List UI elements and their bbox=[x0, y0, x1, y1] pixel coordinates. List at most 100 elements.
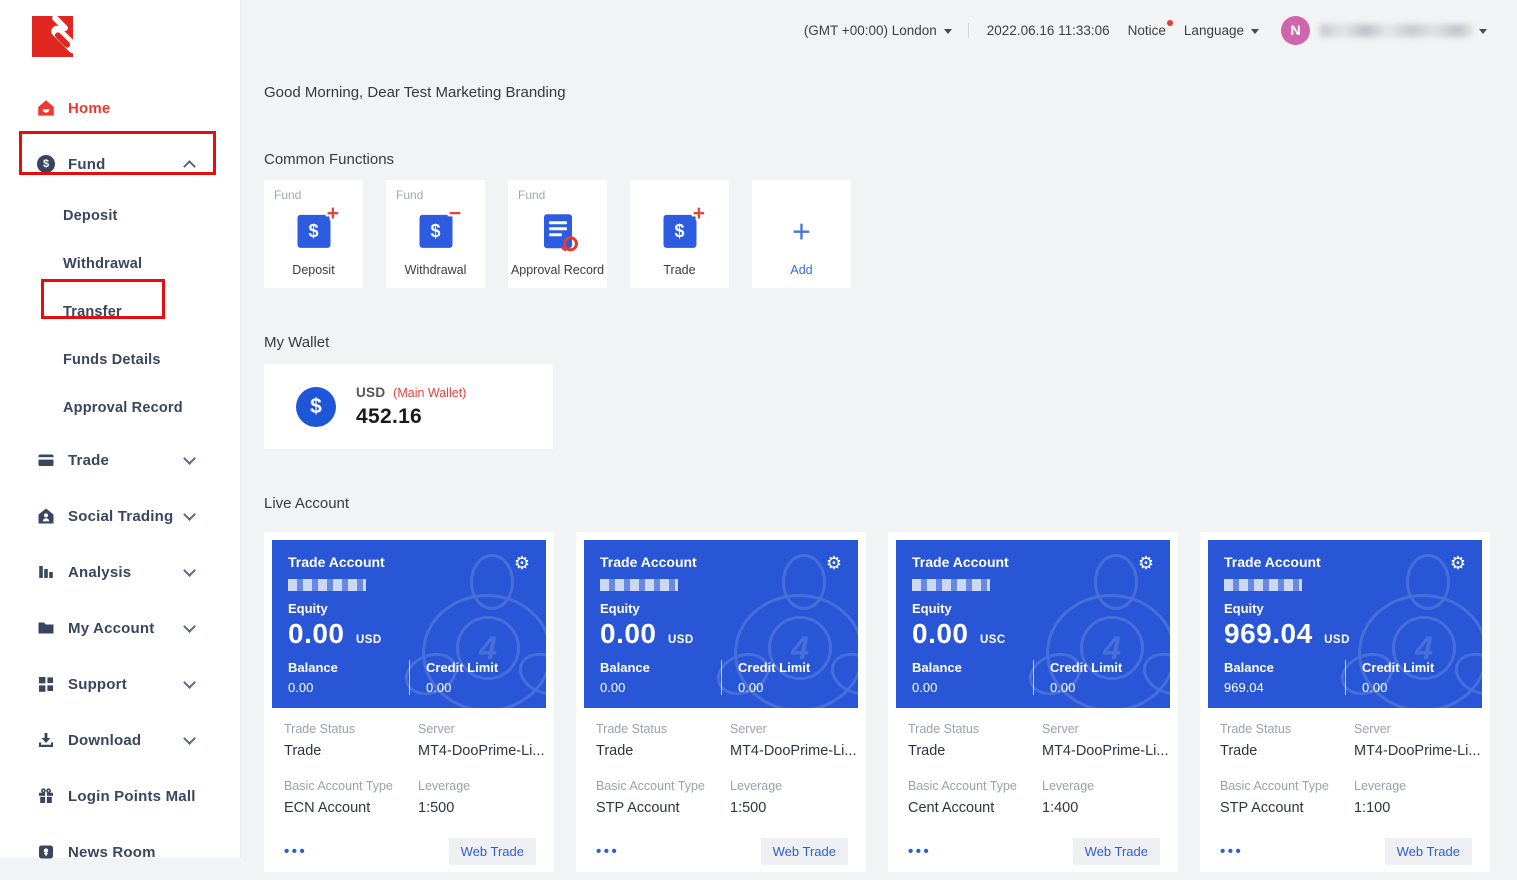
account-number-redacted bbox=[912, 579, 990, 591]
leverage-value: 1:400 bbox=[1042, 800, 1169, 816]
username-redacted bbox=[1320, 24, 1472, 37]
web-trade-button[interactable]: Web Trade bbox=[449, 838, 536, 865]
sidebar-item-support[interactable]: Support bbox=[0, 656, 240, 712]
cf-category: Fund bbox=[518, 188, 545, 202]
cf-card-trade[interactable]: $+ Trade bbox=[630, 180, 729, 288]
withdrawal-icon: $− bbox=[419, 215, 452, 248]
notice-button[interactable]: Notice bbox=[1128, 23, 1166, 38]
sidebar-item-transfer[interactable]: Transfer bbox=[0, 288, 240, 336]
trade-account-card: Trade Account ⚙ Equity 0.00 USD Balance … bbox=[264, 532, 554, 872]
server-value: MT4-DooPrime-Li... bbox=[418, 743, 545, 759]
sidebar-item-label: Social Trading bbox=[68, 508, 173, 525]
equity-value: 0.00 bbox=[912, 618, 969, 649]
sidebar-item-trade[interactable]: Trade bbox=[0, 432, 240, 488]
leverage-label: Leverage bbox=[1042, 779, 1169, 793]
server-label: Server bbox=[1042, 722, 1169, 736]
folder-icon bbox=[36, 619, 56, 637]
sidebar-item-download[interactable]: Download bbox=[0, 712, 240, 768]
account-type-label: Basic Account Type bbox=[1220, 779, 1354, 793]
sidebar-item-label: Support bbox=[68, 676, 127, 693]
sidebar-item-my-account[interactable]: My Account bbox=[0, 600, 240, 656]
equity-currency: USD bbox=[668, 634, 694, 646]
language-label: Language bbox=[1184, 23, 1244, 38]
web-trade-button[interactable]: Web Trade bbox=[1385, 838, 1472, 865]
account-card-title: Trade Account bbox=[288, 554, 385, 570]
common-functions-title: Common Functions bbox=[264, 151, 1517, 168]
equity-value: 0.00 bbox=[600, 618, 657, 649]
sidebar-item-label: Trade bbox=[68, 452, 109, 469]
sidebar-item-social-trading[interactable]: Social Trading bbox=[0, 488, 240, 544]
account-card-title: Trade Account bbox=[912, 554, 1009, 570]
more-options-icon[interactable]: ••• bbox=[1220, 843, 1243, 860]
credit-limit-value: 0.00 bbox=[1050, 680, 1154, 695]
cf-card-add[interactable]: + Add bbox=[752, 180, 851, 288]
credit-limit-label: Credit Limit bbox=[1362, 660, 1466, 675]
trade-status-label: Trade Status bbox=[1220, 722, 1354, 736]
wallet-amount: 452.16 bbox=[356, 405, 466, 429]
sidebar-item-home[interactable]: Home bbox=[0, 80, 240, 136]
sidebar-item-deposit[interactable]: Deposit bbox=[0, 192, 240, 240]
download-icon bbox=[36, 731, 56, 749]
gear-icon[interactable]: ⚙ bbox=[826, 554, 842, 572]
chevron-down-icon bbox=[183, 620, 196, 633]
language-selector[interactable]: Language bbox=[1184, 23, 1259, 38]
sidebar-item-label: Home bbox=[68, 100, 110, 117]
cf-label: Withdrawal bbox=[386, 263, 485, 277]
sidebar-item-news-room[interactable]: News Room bbox=[0, 824, 240, 880]
web-trade-button[interactable]: Web Trade bbox=[761, 838, 848, 865]
sidebar-item-approval-record[interactable]: Approval Record bbox=[0, 384, 240, 432]
equity-label: Equity bbox=[600, 601, 842, 616]
caret-down-icon bbox=[944, 29, 952, 34]
sidebar-item-fund[interactable]: $ Fund bbox=[0, 136, 240, 192]
trade-status-value: Trade bbox=[1220, 743, 1354, 759]
server-value: MT4-DooPrime-Li... bbox=[1042, 743, 1169, 759]
sidebar-subitem-label: Transfer bbox=[63, 304, 122, 320]
server-value: MT4-DooPrime-Li... bbox=[1354, 743, 1481, 759]
server-label: Server bbox=[418, 722, 545, 736]
more-options-icon[interactable]: ••• bbox=[908, 843, 931, 860]
sidebar-item-login-points-mall[interactable]: Login Points Mall bbox=[0, 768, 240, 824]
user-menu-caret[interactable] bbox=[1479, 29, 1487, 34]
wallet-card[interactable]: $ USD (Main Wallet) 452.16 bbox=[264, 364, 553, 449]
trade-status-value: Trade bbox=[596, 743, 730, 759]
sidebar-item-label: Download bbox=[68, 732, 141, 749]
balance-label: Balance bbox=[1224, 660, 1345, 675]
sidebar-item-label: My Account bbox=[68, 620, 154, 637]
leverage-value: 1:500 bbox=[730, 800, 857, 816]
sidebar-item-funds-details[interactable]: Funds Details bbox=[0, 336, 240, 384]
account-summary-panel: Trade Account ⚙ Equity 0.00 USD Balance … bbox=[584, 540, 858, 708]
sidebar-nav: Home $ Fund Deposit Withdrawal Transfer … bbox=[0, 80, 240, 880]
sidebar-item-withdrawal[interactable]: Withdrawal bbox=[0, 240, 240, 288]
equity-currency: USC bbox=[980, 634, 1006, 646]
balance-value: 969.04 bbox=[1224, 680, 1345, 695]
caret-down-icon bbox=[1251, 29, 1259, 34]
timezone-selector[interactable]: (GMT +00:00) London bbox=[804, 23, 952, 38]
cf-card-approval-record[interactable]: Fund Approval Record bbox=[508, 180, 607, 288]
balance-value: 0.00 bbox=[288, 680, 409, 695]
more-options-icon[interactable]: ••• bbox=[284, 843, 307, 860]
gear-icon[interactable]: ⚙ bbox=[1138, 554, 1154, 572]
notice-label: Notice bbox=[1128, 23, 1166, 38]
server-label: Server bbox=[1354, 722, 1481, 736]
sidebar-item-label: Analysis bbox=[68, 564, 131, 581]
account-card-title: Trade Account bbox=[600, 554, 697, 570]
cf-label: Approval Record bbox=[508, 263, 607, 277]
gear-icon[interactable]: ⚙ bbox=[514, 554, 530, 572]
trade-status-value: Trade bbox=[908, 743, 1042, 759]
cf-label: Add bbox=[752, 263, 851, 277]
user-avatar[interactable]: N bbox=[1281, 16, 1310, 45]
avatar-letter: N bbox=[1290, 22, 1300, 38]
sidebar-subitem-label: Funds Details bbox=[63, 352, 161, 368]
gear-icon[interactable]: ⚙ bbox=[1450, 554, 1466, 572]
chevron-up-icon bbox=[183, 160, 196, 173]
cf-card-deposit[interactable]: Fund $+ Deposit bbox=[264, 180, 363, 288]
trade-account-card: Trade Account ⚙ Equity 969.04 USD Balanc… bbox=[1200, 532, 1490, 872]
sidebar-item-analysis[interactable]: Analysis bbox=[0, 544, 240, 600]
more-options-icon[interactable]: ••• bbox=[596, 843, 619, 860]
web-trade-button[interactable]: Web Trade bbox=[1073, 838, 1160, 865]
trade-status-label: Trade Status bbox=[908, 722, 1042, 736]
cf-label: Deposit bbox=[264, 263, 363, 277]
social-trading-icon bbox=[36, 507, 56, 525]
cf-card-withdrawal[interactable]: Fund $− Withdrawal bbox=[386, 180, 485, 288]
chevron-down-icon bbox=[183, 676, 196, 689]
